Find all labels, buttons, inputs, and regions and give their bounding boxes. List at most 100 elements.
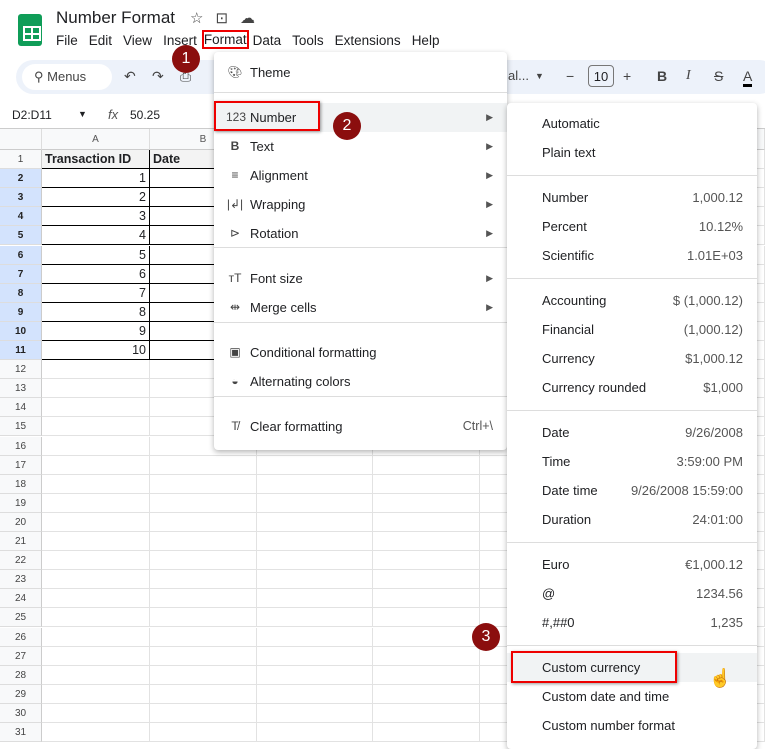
cell[interactable]	[150, 512, 257, 532]
star-icon[interactable]: ☆	[190, 10, 215, 27]
cell[interactable]	[42, 512, 150, 532]
cell[interactable]	[257, 570, 373, 590]
number-format-percent[interactable]: Percent 10.12%	[507, 212, 757, 241]
row-header[interactable]: 24	[0, 589, 42, 609]
row-header[interactable]: 8	[0, 283, 42, 303]
cell[interactable]: 3	[42, 207, 150, 227]
cell[interactable]	[42, 627, 150, 647]
doc-title[interactable]: Number Format	[56, 8, 175, 28]
search-menus-button[interactable]: ⚲ Menus	[22, 64, 112, 90]
menu-help[interactable]: Help	[412, 33, 440, 49]
cell[interactable]: 10	[42, 341, 150, 360]
cell[interactable]: Transaction ID	[42, 150, 150, 169]
number-format-scientific[interactable]: Scientific 1.01E+03	[507, 241, 757, 270]
cell[interactable]	[373, 532, 480, 551]
font-size-input[interactable]: 10	[588, 65, 614, 87]
cell[interactable]	[150, 474, 257, 494]
cell[interactable]	[42, 474, 150, 494]
cell[interactable]	[42, 589, 150, 609]
cell[interactable]	[150, 608, 257, 628]
cell[interactable]: 6	[42, 264, 150, 284]
cell[interactable]	[150, 570, 257, 590]
number-format-currency[interactable]: Currency $1,000.12	[507, 344, 757, 373]
cell[interactable]	[373, 627, 480, 647]
cell[interactable]	[42, 417, 150, 437]
row-header[interactable]: 30	[0, 703, 42, 723]
cell[interactable]	[373, 703, 480, 723]
row-header[interactable]: 23	[0, 570, 42, 590]
font-select[interactable]: al...	[508, 68, 529, 83]
cell[interactable]	[150, 493, 257, 513]
name-box[interactable]: D2:D11	[12, 108, 52, 122]
cell[interactable]	[42, 360, 150, 380]
number-format-custom-number-format[interactable]: Custom number format	[507, 711, 757, 740]
cell[interactable]	[42, 684, 150, 704]
number-format-euro[interactable]: Euro €1,000.12	[507, 550, 757, 579]
cell[interactable]: 1	[42, 169, 150, 189]
row-header[interactable]: 15	[0, 417, 42, 437]
row-header[interactable]: 16	[0, 436, 42, 456]
row-header[interactable]: 5	[0, 226, 42, 246]
menu-data[interactable]: Data	[253, 33, 282, 49]
menu-view[interactable]: View	[123, 33, 152, 49]
cell[interactable]	[42, 455, 150, 475]
number-format-time[interactable]: Time 3:59:00 PM	[507, 447, 757, 476]
cell[interactable]	[257, 493, 373, 513]
number-format-currency-rounded[interactable]: Currency rounded $1,000	[507, 373, 757, 402]
menu-edit[interactable]: Edit	[89, 33, 112, 49]
cell[interactable]	[257, 532, 373, 551]
cell[interactable]	[257, 665, 373, 685]
cell[interactable]: 2	[42, 188, 150, 208]
cell[interactable]	[373, 570, 480, 590]
cell[interactable]	[373, 684, 480, 704]
number-format-automatic[interactable]: Automatic	[507, 109, 757, 138]
row-header[interactable]: 22	[0, 551, 42, 571]
cell[interactable]	[150, 627, 257, 647]
decrease-font-button[interactable]: −	[566, 68, 574, 84]
format-menu-item-merge-cells[interactable]: ⇹ Merge cells ▶	[214, 293, 507, 322]
row-header[interactable]: 9	[0, 302, 42, 322]
cell[interactable]	[42, 398, 150, 418]
number-format-plain-text[interactable]: Plain text	[507, 138, 757, 167]
cell[interactable]	[373, 589, 480, 609]
cell[interactable]	[257, 512, 373, 532]
cell[interactable]	[373, 474, 480, 494]
cell[interactable]	[373, 608, 480, 628]
menu-extensions[interactable]: Extensions	[335, 33, 401, 49]
cell[interactable]	[373, 512, 480, 532]
cell[interactable]	[257, 551, 373, 571]
menu-file[interactable]: File	[56, 33, 78, 49]
row-header[interactable]: 25	[0, 608, 42, 628]
number-format-number[interactable]: Number 1,000.12	[507, 183, 757, 212]
increase-font-button[interactable]: +	[623, 68, 631, 84]
cell[interactable]	[373, 493, 480, 513]
cell[interactable]	[257, 589, 373, 609]
number-format-date[interactable]: Date 9/26/2008	[507, 418, 757, 447]
format-menu-item-text[interactable]: B Text ▶	[214, 132, 507, 161]
format-menu-item-clear-formatting[interactable]: T̸ Clear formatting Ctrl+\	[214, 412, 507, 441]
cell[interactable]	[257, 703, 373, 723]
cell[interactable]	[373, 455, 480, 475]
cell[interactable]	[42, 723, 150, 742]
cell[interactable]	[257, 684, 373, 704]
column-header[interactable]: A	[42, 129, 150, 150]
row-header[interactable]: 11	[0, 341, 42, 360]
row-header[interactable]: 21	[0, 532, 42, 551]
format-menu-item-rotation[interactable]: ⊳ Rotation ▶	[214, 219, 507, 248]
number-format-duration[interactable]: Duration 24:01:00	[507, 505, 757, 534]
row-header[interactable]: 13	[0, 379, 42, 399]
number-format-financial[interactable]: Financial (1,000.12)	[507, 315, 757, 344]
cell[interactable]	[42, 665, 150, 685]
row-header[interactable]: 20	[0, 512, 42, 532]
format-menu-item-conditional-formatting[interactable]: ▣ Conditional formatting	[214, 338, 507, 367]
cell[interactable]	[150, 589, 257, 609]
row-header[interactable]: 10	[0, 321, 42, 341]
undo-icon[interactable]: ↶	[124, 68, 136, 85]
cell[interactable]	[257, 608, 373, 628]
row-header[interactable]: 26	[0, 627, 42, 647]
row-header[interactable]: 29	[0, 684, 42, 704]
cell[interactable]: 5	[42, 245, 150, 265]
cell[interactable]	[150, 684, 257, 704]
number-format-accounting[interactable]: Accounting $ (1,000.12)	[507, 286, 757, 315]
cell[interactable]	[42, 608, 150, 628]
